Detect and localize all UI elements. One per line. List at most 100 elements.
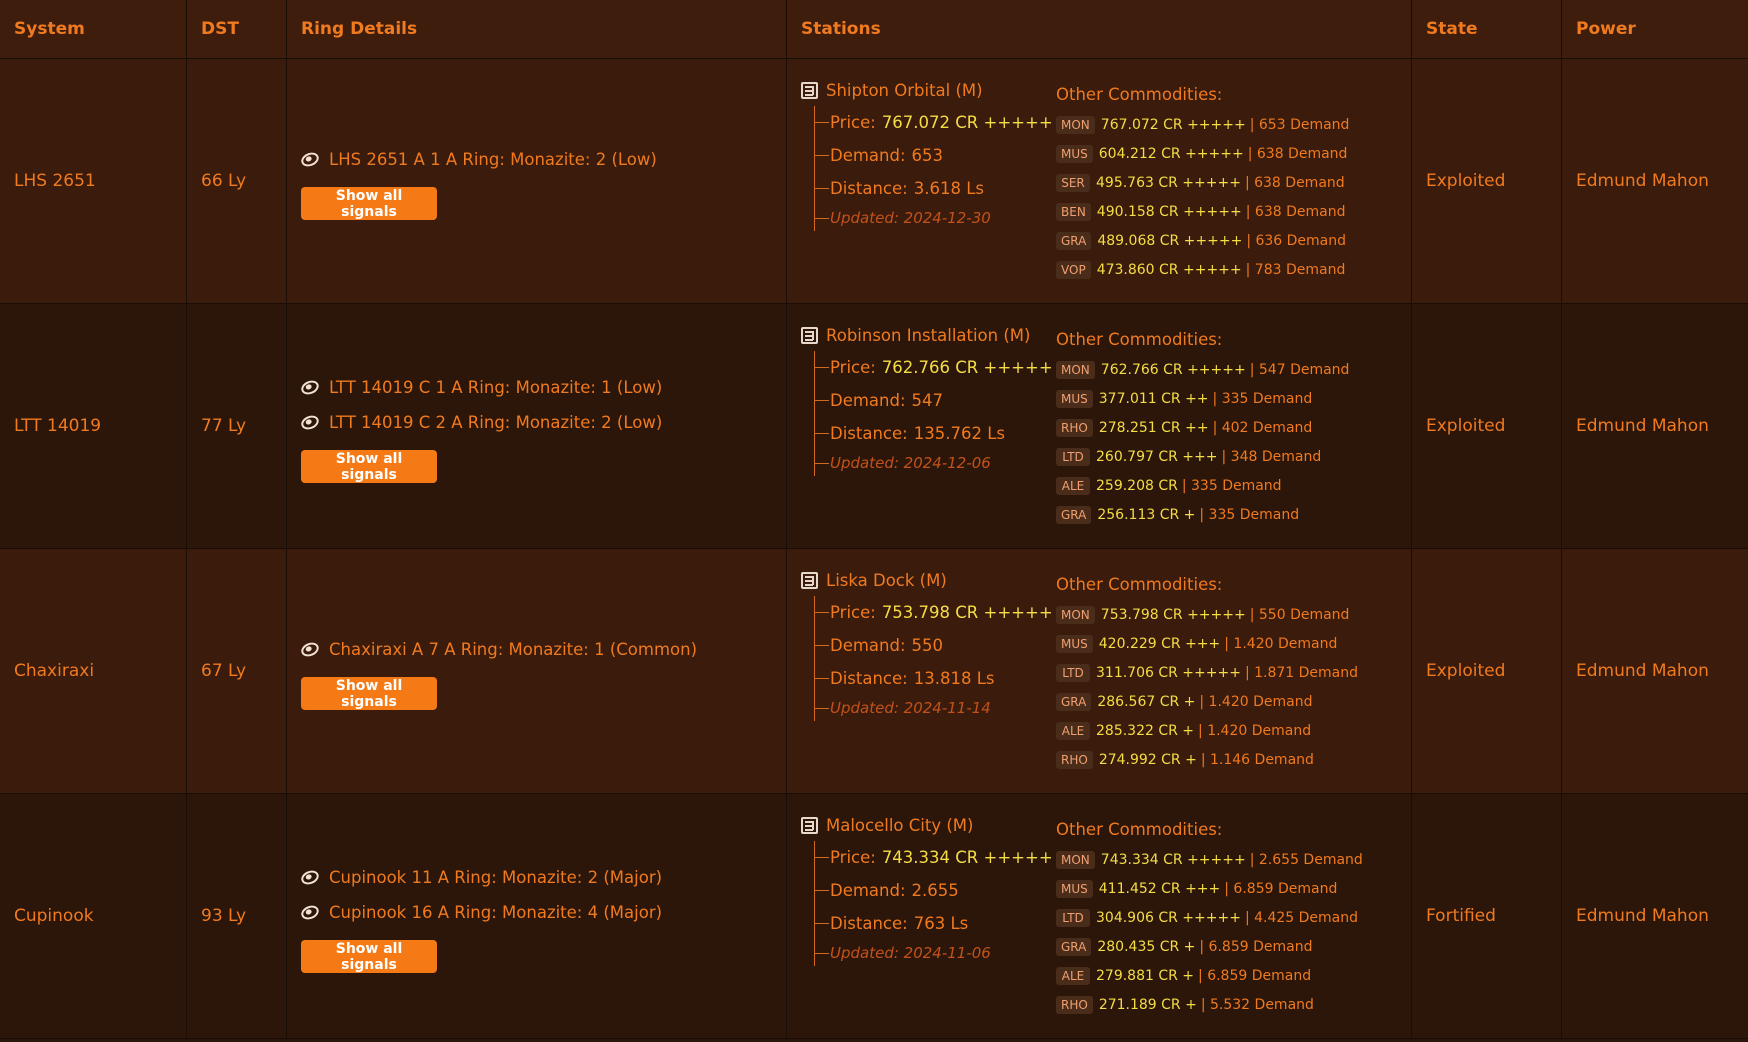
commodity-demand: | 1.146 Demand (1200, 751, 1314, 768)
header-power[interactable]: Power (1562, 0, 1748, 58)
station-distance: Distance: 135.762 Ls (815, 417, 1056, 450)
commodity-demand: | 2.655 Demand (1249, 851, 1363, 868)
station-link[interactable]: Shipton Orbital (M) (801, 81, 1056, 100)
commodity-tag: RHO (1056, 418, 1093, 437)
commodity-tag: MON (1056, 360, 1095, 379)
commodity-row: GRA 256.113 CR + | 335 Demand (1056, 500, 1349, 529)
commodity-price: 473.860 CR +++++ (1096, 261, 1242, 278)
show-all-signals-button[interactable]: Show all signals (301, 449, 437, 483)
ring-link[interactable]: LHS 2651 A 1 A Ring: Monazite: 2 (Low) (299, 150, 786, 169)
header-dst[interactable]: DST (187, 0, 287, 58)
ring-link[interactable]: Chaxiraxi A 7 A Ring: Monazite: 1 (Commo… (299, 640, 786, 659)
commodity-demand: | 335 Demand (1199, 506, 1300, 523)
system-name[interactable]: Chaxiraxi (0, 549, 187, 793)
ring-details: LHS 2651 A 1 A Ring: Monazite: 2 (Low) S… (287, 59, 787, 303)
commodity-row: SER 495.763 CR +++++ | 638 Demand (1056, 168, 1349, 197)
header-stations[interactable]: Stations (787, 0, 1412, 58)
header-state[interactable]: State (1412, 0, 1562, 58)
ring-link[interactable]: LTT 14019 C 1 A Ring: Monazite: 1 (Low) (299, 377, 786, 397)
station-details: Price: 767.072 CR +++++ Demand: 653 Distan… (814, 106, 1056, 231)
commodity-row: ALE 285.322 CR + | 1.420 Demand (1056, 716, 1358, 745)
commodity-price: 490.158 CR +++++ (1096, 203, 1242, 220)
system-power: Edmund Mahon (1576, 661, 1709, 681)
commodity-demand: | 783 Demand (1245, 261, 1346, 278)
station-cell: Robinson Installation (M) Price: 762.766 … (787, 304, 1412, 548)
station-icon (801, 82, 818, 99)
commodity-price: 753.798 CR +++++ (1100, 606, 1246, 623)
commodity-demand: | 1.871 Demand (1244, 664, 1359, 681)
ring-link[interactable]: Cupinook 11 A Ring: Monazite: 2 (Major) (299, 868, 786, 887)
commodity-price: 274.992 CR + (1098, 751, 1197, 768)
station-icon (801, 327, 818, 344)
station-name: Liska Dock (M) (826, 571, 947, 590)
commodity-tag: LTD (1056, 908, 1090, 927)
commodity-row: GRA 489.068 CR +++++ | 636 Demand (1056, 226, 1349, 255)
other-commodities-title: Other Commodities: (1056, 330, 1223, 349)
header-system[interactable]: System (0, 0, 187, 58)
station-price: Price: 762.766 CR +++++ (815, 351, 1056, 384)
commodity-tag: RHO (1056, 995, 1093, 1014)
show-all-signals-button[interactable]: Show all signals (301, 939, 437, 973)
station-cell: Liska Dock (M) Price: 753.798 CR +++++ De… (787, 549, 1412, 793)
commodity-tag: MUS (1056, 144, 1093, 163)
commodity-tag: GRA (1056, 692, 1092, 711)
station-name: Robinson Installation (M) (826, 326, 1031, 345)
commodity-demand: | 638 Demand (1245, 203, 1346, 220)
station-link[interactable]: Robinson Installation (M) (801, 326, 1056, 345)
commodity-price: 762.766 CR +++++ (1100, 361, 1246, 378)
station-main: Robinson Installation (M) Price: 762.766 … (801, 326, 1056, 548)
ring-label: LTT 14019 C 2 A Ring: Monazite: 2 (Low) (329, 412, 663, 432)
station-updated: Updated: 2024-11-06 (815, 940, 1056, 966)
header-ring-details[interactable]: Ring Details (287, 0, 787, 58)
station-details: Price: 743.334 CR +++++ Demand: 2.655 Dist… (814, 841, 1056, 966)
ring-planet-icon (299, 640, 321, 659)
station-main: Shipton Orbital (M) Price: 767.072 CR +++… (801, 81, 1056, 303)
commodity-demand: | 5.532 Demand (1200, 996, 1314, 1013)
commodity-tag: BEN (1056, 202, 1091, 221)
commodity-tag: MON (1056, 850, 1095, 869)
table-row: LHS 2651 66 Ly LHS 2651 A 1 A Ring: Mona… (0, 59, 1748, 304)
commodity-price: 256.113 CR + (1097, 506, 1196, 523)
system-name[interactable]: LHS 2651 (0, 59, 187, 303)
system-name[interactable]: Cupinook (0, 794, 187, 1038)
system-state: Fortified (1412, 794, 1562, 1038)
other-commodities: Other Commodities: MON 753.798 CR +++++ … (1056, 571, 1358, 793)
distance-ly: 66 Ly (187, 59, 287, 303)
distance-ly: 77 Ly (187, 304, 287, 548)
commodity-row: MUS 377.011 CR ++ | 335 Demand (1056, 384, 1349, 413)
commodity-tag: MON (1056, 605, 1095, 624)
show-all-signals-button[interactable]: Show all signals (301, 677, 437, 710)
ring-link[interactable]: LTT 14019 C 2 A Ring: Monazite: 2 (Low) (299, 412, 786, 432)
commodity-demand: | 335 Demand (1181, 477, 1282, 494)
station-main: Liska Dock (M) Price: 753.798 CR +++++ De… (801, 571, 1056, 793)
ring-planet-icon (299, 377, 321, 397)
system-state: Exploited (1412, 304, 1562, 548)
system-state: Exploited (1412, 59, 1562, 303)
commodity-price: 278.251 CR ++ (1098, 419, 1209, 436)
show-all-signals-button[interactable]: Show all signals (301, 187, 437, 220)
commodity-demand: | 653 Demand (1249, 116, 1350, 133)
commodity-row: RHO 274.992 CR + | 1.146 Demand (1056, 745, 1358, 774)
other-commodities: Other Commodities: MON 743.334 CR +++++ … (1056, 816, 1363, 1038)
commodity-tag: MUS (1056, 389, 1093, 408)
station-link[interactable]: Malocello City (M) (801, 816, 1056, 835)
commodity-price: 286.567 CR + (1097, 693, 1196, 710)
commodity-demand: | 547 Demand (1249, 361, 1350, 378)
commodity-demand: | 636 Demand (1246, 232, 1347, 249)
station-distance: Distance: 763 Ls (815, 907, 1056, 940)
station-icon (801, 817, 818, 834)
ring-link[interactable]: Cupinook 16 A Ring: Monazite: 4 (Major) (299, 903, 786, 922)
commodity-tag: GRA (1056, 231, 1092, 250)
station-cell: Malocello City (M) Price: 743.334 CR ++++… (787, 794, 1412, 1038)
commodity-demand: | 6.859 Demand (1224, 880, 1338, 897)
table-body: LHS 2651 66 Ly LHS 2651 A 1 A Ring: Mona… (0, 59, 1748, 1039)
commodity-price: 260.797 CR +++ (1096, 448, 1218, 465)
commodity-row: MUS 604.212 CR +++++ | 638 Demand (1056, 139, 1349, 168)
commodity-price: 304.906 CR +++++ (1096, 909, 1241, 926)
commodity-row: LTD 311.706 CR +++++ | 1.871 Demand (1056, 658, 1358, 687)
commodity-row: MON 753.798 CR +++++ | 550 Demand (1056, 600, 1358, 629)
station-link[interactable]: Liska Dock (M) (801, 571, 1056, 590)
station-name: Shipton Orbital (M) (826, 81, 983, 100)
system-name[interactable]: LTT 14019 (0, 304, 187, 548)
station-price: Price: 743.334 CR +++++ (815, 841, 1056, 874)
